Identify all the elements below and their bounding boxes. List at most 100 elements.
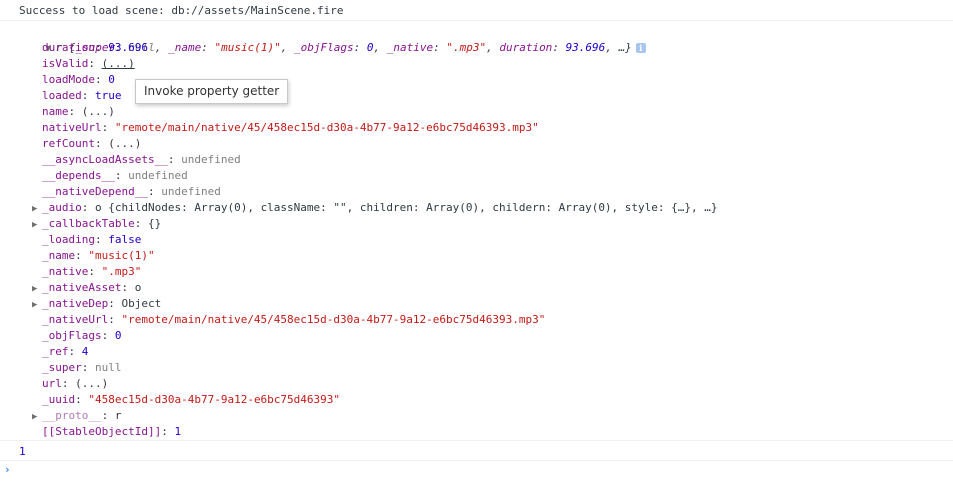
property-value: {} bbox=[147, 217, 162, 230]
property-row: _uuid: "458ec15d-d30a-4b77-9a12-e6bc75d4… bbox=[32, 392, 340, 408]
property-row: loaded: true bbox=[32, 88, 122, 104]
property-row[interactable]: ▶ _nativeAsset: o bbox=[32, 280, 141, 296]
console-input[interactable] bbox=[20, 462, 940, 478]
property-separator: : bbox=[88, 57, 102, 70]
property-row[interactable]: ▶ _callbackTable: {} bbox=[32, 216, 161, 232]
info-icon[interactable]: i bbox=[635, 43, 646, 53]
property-row: _ref: 4 bbox=[32, 344, 88, 360]
property-row: duration: 93.696 bbox=[32, 40, 148, 56]
property-key: _nativeDep bbox=[42, 297, 109, 310]
property-separator: : bbox=[167, 153, 182, 166]
property-value: o {childNodes: Array(0), className: "", … bbox=[95, 201, 718, 214]
property-row: _super: null bbox=[32, 360, 122, 376]
property-key: __proto__ bbox=[42, 409, 102, 422]
property-row: _nativeUrl: "remote/main/native/45/458ec… bbox=[32, 312, 545, 328]
property-value: ".mp3" bbox=[101, 265, 142, 278]
object-preview: {_super: null, _name: "music(1)", _objFl… bbox=[68, 41, 632, 54]
expand-triangle-right-icon[interactable]: ▶ bbox=[32, 201, 42, 217]
property-separator: : bbox=[61, 377, 76, 390]
expand-triangle-right-icon[interactable]: ▶ bbox=[32, 297, 42, 313]
property-row: __depends__: undefined bbox=[32, 168, 188, 184]
property-key: _uuid bbox=[42, 393, 76, 406]
property-row: _objFlags: 0 bbox=[32, 328, 121, 344]
property-row: _name: "music(1)" bbox=[32, 248, 155, 264]
property-key: loadMode bbox=[42, 73, 95, 86]
console-prompt-icon: › bbox=[4, 463, 11, 476]
property-separator: : bbox=[94, 41, 109, 54]
property-row: nativeUrl: "remote/main/native/45/458ec1… bbox=[32, 120, 539, 136]
property-getter[interactable]: (...) bbox=[102, 57, 135, 70]
property-key: _nativeAsset bbox=[42, 281, 122, 294]
property-key: _audio bbox=[42, 201, 82, 214]
property-row: __asyncLoadAssets__: undefined bbox=[32, 152, 241, 168]
property-value: undefined bbox=[128, 169, 188, 182]
property-value: "music(1)" bbox=[88, 249, 155, 262]
property-row: url: (...) bbox=[32, 376, 108, 392]
property-separator: : bbox=[161, 425, 175, 438]
property-value: undefined bbox=[181, 153, 241, 166]
property-key: refCount bbox=[42, 137, 95, 150]
property-separator: : bbox=[134, 217, 148, 230]
property-key: nativeUrl bbox=[42, 121, 102, 134]
property-separator: : bbox=[101, 121, 115, 134]
property-separator: : bbox=[94, 137, 109, 150]
expand-triangle-right-icon[interactable]: ▶ bbox=[32, 281, 42, 297]
property-value: o bbox=[134, 281, 142, 294]
object-message-separator bbox=[0, 440, 953, 441]
property-row: _loading: false bbox=[32, 232, 141, 248]
property-key: __nativeDepend__ bbox=[42, 185, 148, 198]
property-value: 4 bbox=[81, 345, 89, 358]
property-separator: : bbox=[68, 105, 82, 118]
expand-triangle-right-icon[interactable]: ▶ bbox=[32, 409, 42, 425]
property-separator: : bbox=[81, 89, 95, 102]
property-row: [[StableObjectId]]: 1 bbox=[32, 424, 181, 440]
property-value: r bbox=[114, 409, 122, 422]
property-separator: : bbox=[75, 393, 89, 406]
property-value: Object bbox=[121, 297, 162, 310]
property-key: url bbox=[42, 377, 62, 390]
property-row[interactable]: ▶ _nativeDep: Object bbox=[32, 296, 161, 312]
property-getter[interactable]: (...) bbox=[75, 377, 108, 390]
devtools-console: Success to load scene: db://assets/MainS… bbox=[0, 0, 953, 491]
property-value: 1 bbox=[174, 425, 182, 438]
property-value: 0 bbox=[108, 73, 115, 86]
property-getter[interactable]: (...) bbox=[108, 137, 141, 150]
property-row[interactable]: ▶ _audio: o {childNodes: Array(0), classN… bbox=[32, 200, 718, 216]
property-key: isValid bbox=[42, 57, 89, 70]
property-key: _loading bbox=[42, 233, 95, 246]
property-value: 93.696 bbox=[108, 41, 148, 54]
property-key: loaded bbox=[42, 89, 82, 102]
property-row: _native: ".mp3" bbox=[32, 264, 141, 280]
property-separator: : bbox=[147, 185, 162, 198]
property-separator: : bbox=[101, 409, 115, 422]
property-key: _objFlags bbox=[42, 329, 102, 342]
expand-triangle-right-icon[interactable]: ▶ bbox=[32, 217, 42, 233]
property-value: "458ec15d-d30a-4b77-9a12-e6bc75d46393" bbox=[88, 393, 341, 406]
property-separator: : bbox=[94, 233, 109, 246]
result-separator bbox=[0, 460, 953, 461]
property-key: _name bbox=[42, 249, 76, 262]
property-key: _nativeUrl bbox=[42, 313, 109, 326]
property-value: "remote/main/native/45/458ec15d-d30a-4b7… bbox=[114, 121, 539, 134]
property-getter[interactable]: (...) bbox=[82, 105, 115, 118]
object-header[interactable]: ▼ r {_super: null, _name: "music(1)", _ob… bbox=[19, 24, 646, 54]
log-text: Success to load scene: db://assets/MainS… bbox=[19, 4, 344, 17]
property-separator: : bbox=[101, 329, 115, 342]
eval-result: 1 bbox=[19, 445, 26, 458]
property-key: _native bbox=[42, 265, 89, 278]
property-separator: : bbox=[81, 201, 95, 214]
property-separator: : bbox=[68, 345, 82, 358]
property-key: __depends__ bbox=[42, 169, 115, 182]
property-value: true bbox=[95, 89, 122, 102]
property-value: null bbox=[95, 361, 122, 374]
property-row[interactable]: ▶ __proto__: r bbox=[32, 408, 121, 424]
property-separator: : bbox=[75, 249, 89, 262]
property-key: _super bbox=[42, 361, 82, 374]
property-separator: : bbox=[94, 73, 109, 86]
property-value: 0 bbox=[114, 329, 122, 342]
property-row: __nativeDepend__: undefined bbox=[32, 184, 221, 200]
property-key: _ref bbox=[42, 345, 69, 358]
property-separator: : bbox=[81, 361, 95, 374]
property-value: false bbox=[108, 233, 142, 246]
property-key: [[StableObjectId]] bbox=[42, 425, 162, 438]
